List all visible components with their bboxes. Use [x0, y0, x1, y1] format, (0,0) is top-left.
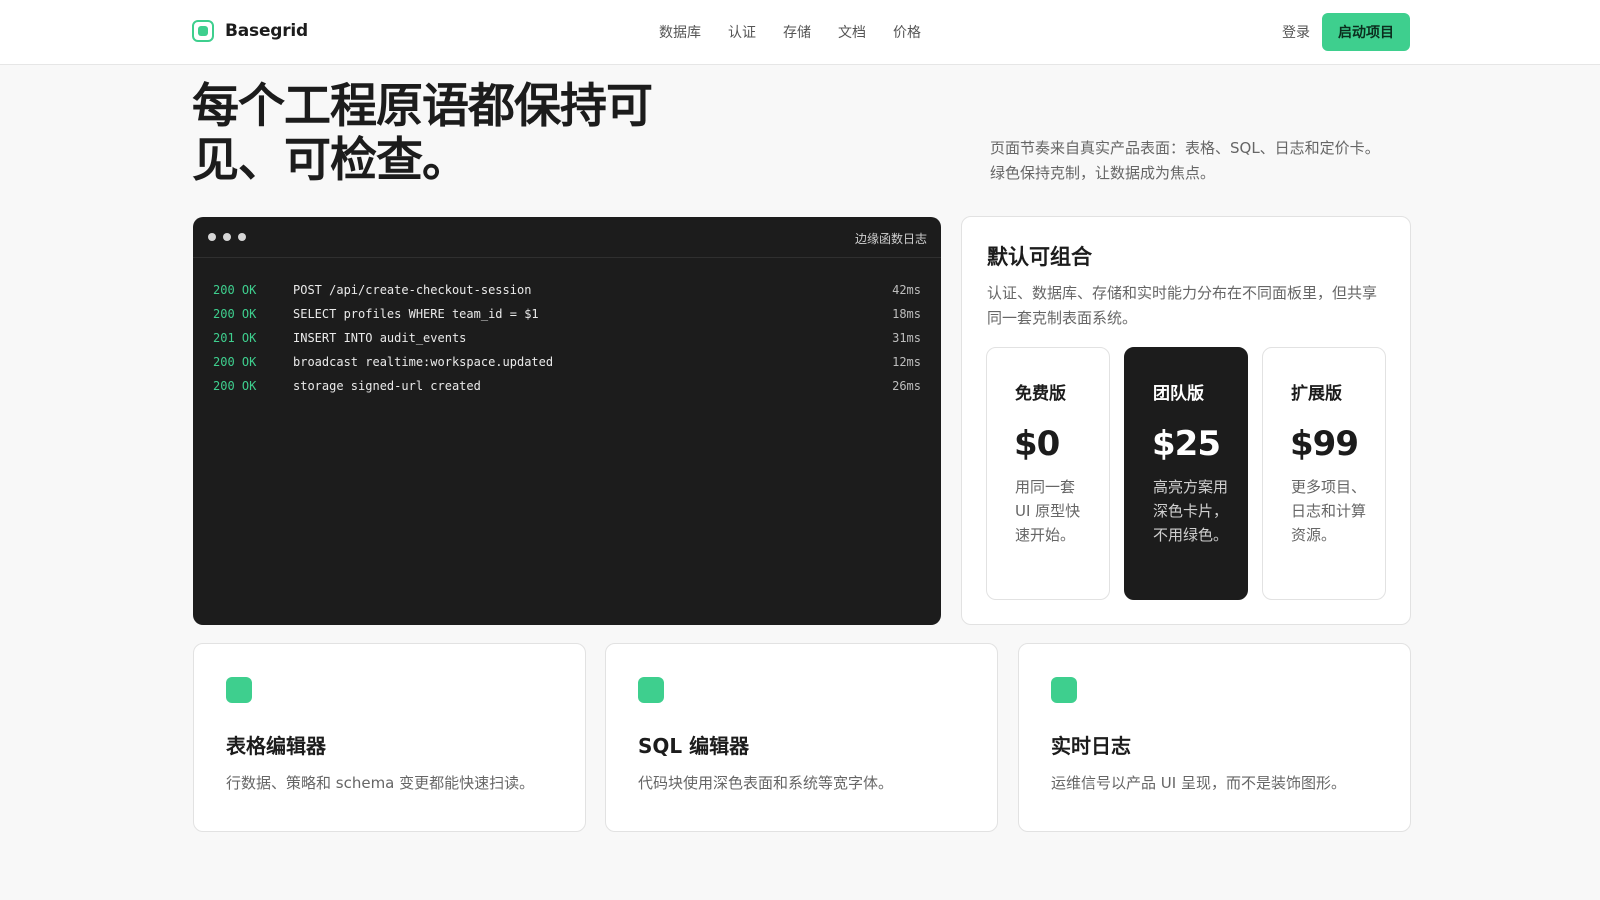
start-project-button[interactable]: 启动项目 [1322, 13, 1410, 51]
hero-title: 每个工程原语都保持可 见、可检查。 [192, 80, 712, 188]
log-panel-header: 边缘函数日志 [193, 217, 941, 258]
window-dot-icon [238, 233, 246, 241]
log-status: 200 OK [213, 283, 257, 297]
tier-card-free[interactable]: 免费版 $0 用同一套 UI 原型快速开始。 [986, 347, 1110, 600]
nav-link-storage[interactable]: 存储 [783, 22, 811, 42]
tier-price: $25 [1152, 424, 1221, 464]
feature-text: 行数据、策略和 schema 变更都能快速扫读。 [226, 774, 535, 792]
log-duration: 18ms [892, 307, 921, 321]
login-link[interactable]: 登录 [1282, 22, 1310, 42]
feature-card-table-editor: 表格编辑器 行数据、策略和 schema 变更都能快速扫读。 [193, 643, 586, 832]
feature-title: 实时日志 [1051, 734, 1131, 758]
log-row: 201 OK INSERT INTO audit_events 31ms [213, 326, 921, 350]
basegrid-logo-icon [192, 20, 214, 42]
tier-name: 团队版 [1153, 384, 1204, 404]
tier-card-team[interactable]: 团队版 $25 高亮方案用深色卡片，不用绿色。 [1124, 347, 1248, 600]
log-panel-title: 边缘函数日志 [854, 232, 927, 246]
log-row: 200 OK SELECT profiles WHERE team_id = $… [213, 302, 921, 326]
log-duration: 42ms [892, 283, 921, 297]
brand-name: Basegrid [225, 21, 309, 41]
feature-square-icon [1051, 677, 1077, 703]
edge-function-log-panel: 边缘函数日志 200 OK POST /api/create-checkout-… [193, 217, 941, 625]
feature-title: SQL 编辑器 [638, 734, 750, 758]
log-message: INSERT INTO audit_events [293, 331, 467, 345]
tier-card-scale[interactable]: 扩展版 $99 更多项目、日志和计算资源。 [1262, 347, 1386, 600]
tier-price: $0 [1014, 424, 1060, 464]
nav-links: 数据库 认证 存储 文档 价格 [659, 22, 921, 42]
tier-description: 用同一套 UI 原型快速开始。 [1015, 478, 1081, 544]
nav-link-auth[interactable]: 认证 [728, 22, 756, 42]
log-status: 200 OK [213, 355, 257, 369]
feature-text: 代码块使用深色表面和系统等宽字体。 [638, 774, 894, 792]
feature-text: 运维信号以产品 UI 呈现，而不是装饰图形。 [1051, 774, 1346, 792]
log-duration: 31ms [892, 331, 921, 345]
feature-title: 表格编辑器 [226, 734, 326, 758]
log-status: 201 OK [213, 331, 257, 345]
hero-title-line-2: 见、可检查。 [192, 133, 469, 188]
log-duration: 26ms [892, 379, 921, 393]
log-message: broadcast realtime:workspace.updated [293, 355, 554, 369]
brand[interactable]: Basegrid [192, 20, 308, 42]
log-status: 200 OK [213, 307, 257, 321]
feature-square-icon [226, 677, 252, 703]
hero-subtitle: 页面节奏来自真实产品表面：表格、SQL、日志和定价卡。 绿色保持克制，让数据成为… [990, 136, 1410, 186]
nav-link-docs[interactable]: 文档 [838, 22, 866, 42]
log-list: 200 OK POST /api/create-checkout-session… [193, 258, 941, 398]
log-message: storage signed-url created [293, 379, 481, 393]
nav-link-pricing[interactable]: 价格 [893, 22, 921, 42]
hero-title-line-1: 每个工程原语都保持可 [192, 79, 653, 134]
window-dot-icon [223, 233, 231, 241]
log-row: 200 OK POST /api/create-checkout-session… [213, 278, 921, 302]
log-message: SELECT profiles WHERE team_id = $1 [293, 307, 539, 321]
tier-name: 扩展版 [1291, 384, 1342, 404]
feature-card-sql-editor: SQL 编辑器 代码块使用深色表面和系统等宽字体。 [605, 643, 998, 832]
pricing-description: 认证、数据库、存储和实时能力分布在不同面板里，但共享同一套克制表面系统。 [987, 284, 1378, 327]
tier-price: $99 [1290, 424, 1359, 464]
log-duration: 12ms [892, 355, 921, 369]
log-row: 200 OK storage signed-url created 26ms [213, 374, 921, 398]
top-nav: Basegrid 数据库 认证 存储 文档 价格 登录 启动项目 [0, 0, 1600, 65]
window-dots [208, 233, 246, 241]
hero-subtitle-line-2: 绿色保持克制，让数据成为焦点。 [990, 164, 1216, 182]
feature-card-realtime-logs: 实时日志 运维信号以产品 UI 呈现，而不是装饰图形。 [1018, 643, 1411, 832]
log-row: 200 OK broadcast realtime:workspace.upda… [213, 350, 921, 374]
tier-name: 免费版 [1015, 384, 1066, 404]
log-message: POST /api/create-checkout-session [293, 283, 532, 297]
pricing-card: 默认可组合 认证、数据库、存储和实时能力分布在不同面板里，但共享同一套克制表面系… [961, 216, 1411, 625]
window-dot-icon [208, 233, 216, 241]
log-status: 200 OK [213, 379, 257, 393]
feature-square-icon [638, 677, 664, 703]
tier-description: 高亮方案用深色卡片，不用绿色。 [1153, 478, 1229, 544]
tier-description: 更多项目、日志和计算资源。 [1291, 478, 1367, 544]
nav-link-database[interactable]: 数据库 [659, 22, 701, 42]
pricing-title: 默认可组合 [987, 245, 1092, 269]
hero-subtitle-line-1: 页面节奏来自真实产品表面：表格、SQL、日志和定价卡。 [990, 139, 1380, 157]
